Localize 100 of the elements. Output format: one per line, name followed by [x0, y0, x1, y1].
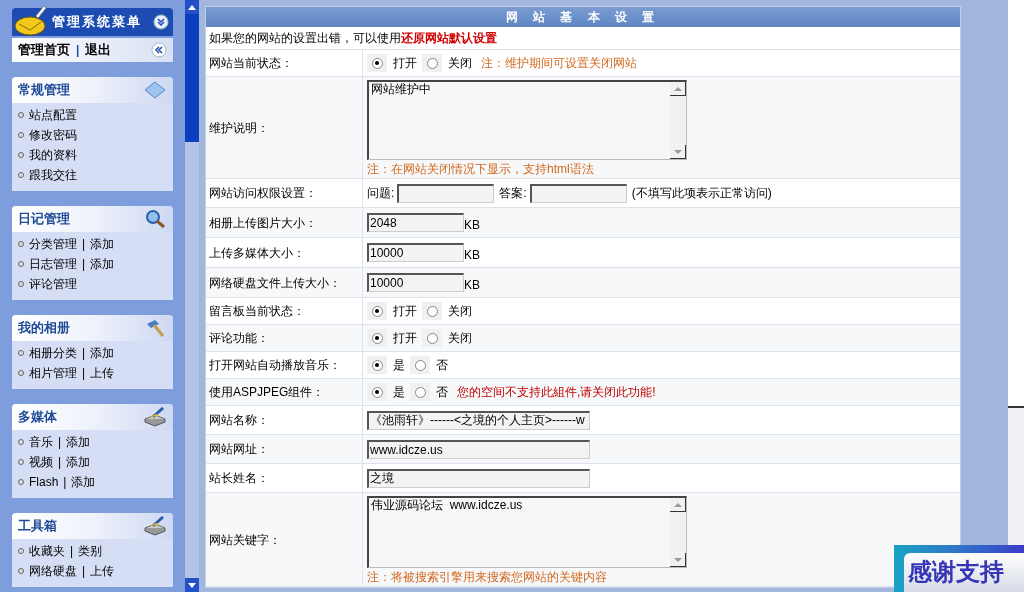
scroll-up-icon[interactable] [188, 4, 196, 10]
section-title: 网 站 基 本 设 置 [206, 7, 960, 27]
bullet-icon [18, 350, 24, 356]
unit-label: KB [464, 246, 480, 264]
separator: | [58, 454, 62, 471]
radio-label: 是 [393, 357, 405, 374]
separator: | [82, 236, 86, 253]
menu-link[interactable]: 我的资料 [29, 146, 77, 164]
bullet-icon [18, 241, 24, 247]
disk-drive-icon [143, 516, 167, 536]
menu-link[interactable]: 上传 [90, 562, 115, 580]
field-label: 打开网站自动播放音乐： [209, 357, 341, 374]
size-field[interactable]: 2048 [367, 213, 464, 232]
answer-field[interactable] [529, 183, 627, 203]
note-text: 您的空间不支持此組件,请关闭此功能! [457, 384, 656, 401]
radio-label: 打开 [393, 55, 417, 72]
bullet-icon [18, 568, 24, 574]
scroll-down-icon[interactable] [188, 582, 196, 588]
radio-label: 关闭 [448, 55, 472, 72]
radio-button[interactable] [426, 57, 438, 69]
magnifier-icon [143, 209, 167, 229]
text-area[interactable]: 网站维护中 [367, 80, 687, 160]
collapse-left-icon[interactable] [151, 42, 167, 58]
radio-button[interactable] [414, 386, 426, 398]
radio-button[interactable] [371, 386, 383, 398]
note-text: 注：在网站关闭情况下显示，支持html语法 [367, 161, 594, 177]
text-field[interactable]: 《池雨轩》------<之境的个人主页>------w [367, 410, 590, 430]
intro-text: 如果您的网站的设置出错，可以使用还原网站默认设置 [209, 30, 497, 47]
bullet-icon [18, 261, 24, 267]
scroll-down-icon[interactable] [670, 553, 686, 567]
scroll-up-icon[interactable] [670, 82, 686, 96]
menu-link[interactable]: 日志管理 [29, 255, 77, 273]
field-label: 网络硬盘文件上传大小： [209, 274, 341, 292]
field-label: 上传多媒体大小： [209, 244, 305, 262]
unit-label: KB [464, 276, 480, 294]
menu-link[interactable]: 添加 [66, 453, 91, 471]
field-label: 网站名称： [209, 412, 269, 429]
text-field[interactable]: 之境 [367, 468, 590, 488]
restore-defaults-link[interactable]: 还原网站默认设置 [401, 31, 497, 45]
menu-link[interactable]: 站点配置 [29, 106, 77, 124]
thanks-badge: 感谢支持 [894, 545, 1024, 592]
nav-link[interactable]: 管理首页 [18, 40, 70, 60]
scroll-down-icon[interactable] [670, 145, 686, 159]
field-label: 答案: [499, 185, 527, 202]
bullet-icon [18, 152, 24, 158]
scroll-up-icon[interactable] [670, 498, 686, 512]
panel-title: 工具箱 [18, 517, 58, 536]
menu-link[interactable]: 上传 [90, 364, 115, 382]
menu-link[interactable]: 修改密码 [29, 126, 77, 144]
menu-link[interactable]: 音乐 [29, 433, 53, 451]
field-label: 问题: [367, 185, 395, 202]
menu-link[interactable]: 收藏夹 [29, 542, 65, 560]
bullet-icon [18, 172, 24, 178]
bullet-icon [18, 479, 24, 485]
question-field[interactable] [397, 183, 495, 203]
radio-button[interactable] [371, 57, 383, 69]
menu-link[interactable]: 相册分类 [29, 344, 77, 362]
radio-button[interactable] [426, 305, 438, 317]
menu-link[interactable]: 分类管理 [29, 235, 77, 253]
hint-text: (不填写此项表示正常访问) [631, 185, 772, 202]
scroll-thumb[interactable] [185, 14, 199, 142]
menu-link[interactable]: 视频 [29, 453, 53, 471]
field-label: 网站网址： [209, 441, 269, 458]
text-area[interactable]: 伟业源码论坛 www.idcze.us [367, 496, 687, 568]
field-label: 留言板当前状态： [209, 303, 305, 320]
menu-link[interactable]: Flash [29, 473, 59, 491]
menu-link[interactable]: 网络硬盘 [29, 562, 77, 580]
field-label: 网站关键字： [209, 531, 281, 549]
panel-title: 日记管理 [18, 210, 71, 229]
separator: | [82, 563, 86, 580]
menu-link[interactable]: 添加 [90, 344, 115, 362]
size-field[interactable]: 10000 [367, 243, 464, 262]
radio-label: 打开 [393, 330, 417, 347]
menu-link[interactable]: 添加 [90, 235, 115, 253]
size-field[interactable]: 10000 [367, 273, 464, 292]
radio-button[interactable] [414, 359, 426, 371]
separator: | [63, 474, 67, 491]
bullet-icon [18, 112, 24, 118]
menu-link[interactable]: 相片管理 [29, 364, 77, 382]
radio-label: 否 [436, 357, 448, 374]
note-text: 注：将被搜索引擎用来搜索您网站的关键内容 [367, 569, 607, 585]
scroll-track[interactable] [185, 0, 199, 592]
radio-button[interactable] [371, 305, 383, 317]
collapse-down-icon[interactable] [153, 14, 169, 30]
nav-link[interactable]: 退出 [85, 40, 112, 60]
radio-button[interactable] [371, 359, 383, 371]
menu-link[interactable]: 评论管理 [29, 275, 77, 293]
menu-link[interactable]: 添加 [66, 433, 91, 451]
menu-link[interactable]: 跟我交往 [29, 166, 77, 184]
field-label: 维护说明： [209, 119, 269, 137]
menu-link[interactable]: 添加 [90, 255, 115, 273]
menu-link[interactable]: 类别 [78, 542, 103, 560]
menu-link[interactable]: 添加 [71, 473, 96, 491]
text-field[interactable]: www.idcze.us [367, 439, 590, 459]
field-label: 使用ASPJPEG组件： [209, 384, 325, 401]
radio-button[interactable] [426, 332, 438, 344]
radio-button[interactable] [371, 332, 383, 344]
radio-label: 关闭 [448, 303, 472, 320]
bullet-icon [18, 459, 24, 465]
disk-drive-icon [143, 407, 167, 427]
